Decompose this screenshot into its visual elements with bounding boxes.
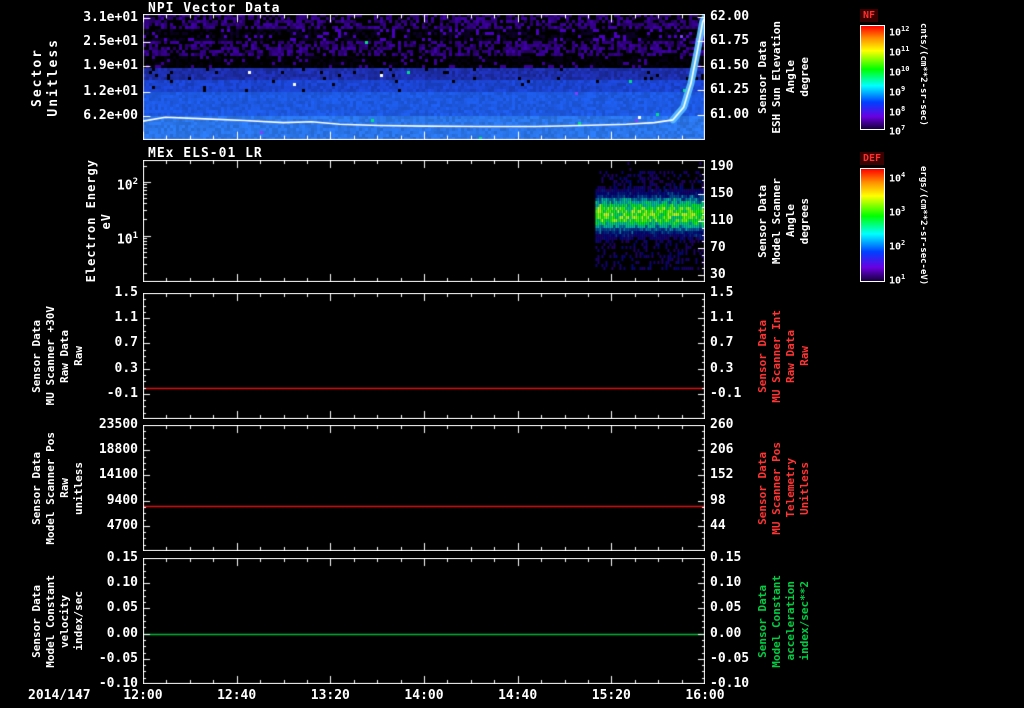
colorbar-tick-label: 103 [889, 204, 906, 219]
axis-title-right-mu-scanner-raw-line: MU Scanner Int [770, 309, 783, 403]
x-tick-label: 15:20 [591, 688, 631, 703]
axis-title-left-mu-scanner-raw-line: Raw [72, 346, 85, 366]
exponent: 12 [901, 25, 910, 34]
axis-title-left-mu-scanner-raw: Sensor Data MU Scanner +30V Raw Data Raw [30, 293, 85, 419]
axis-title-right-mex-els-01-lr-line: Angle [784, 204, 797, 238]
axis-title-right-model-constant-line: Model Constant [770, 574, 783, 668]
axis-title-left-npi-vector-data: Sector Unitless [30, 14, 61, 140]
axis-title-left-model-constant-line: Sensor Data [30, 584, 43, 658]
exponent: 2 [901, 239, 906, 248]
axis-title-left-npi-vector-data-line: Sector [30, 47, 45, 107]
colorbar-header-def: DEF [860, 152, 885, 165]
exponent: 11 [901, 45, 910, 54]
x-tick-label: 12:40 [217, 688, 257, 703]
exponent: 3 [901, 204, 906, 213]
colorbar-tick-label: 109 [889, 85, 906, 99]
x-tick-label: 14:40 [498, 688, 538, 703]
axis-title-left-mu-scanner-raw-line: Raw Data [58, 329, 71, 383]
y-tick-label-left-npi-vector-data: 1.2e+01 [83, 84, 138, 100]
axis-title-right-mu-scanner-raw-line: Raw [798, 346, 811, 366]
axis-title-left-model-constant: Sensor Data Model Constant velocity index/s… [30, 558, 85, 684]
axis-title-right-model-scanner-pos-line: Sensor Data [756, 451, 769, 525]
axis-title-left-mu-scanner-raw-line: MU Scanner +30V [44, 306, 57, 406]
axis-title-right-model-scanner-pos-line: MU Scanner Pos [770, 441, 783, 535]
y-tick-label-left-npi-vector-data: 3.1e+01 [83, 9, 138, 25]
panel-canvas-model-constant [143, 558, 705, 684]
colorbar-unit-label: cnts/(cm**2-sr-sec) [918, 23, 928, 126]
exponent: 10 [901, 65, 910, 74]
axis-title-right-mu-scanner-raw: Sensor Data MU Scanner Int Raw Data Raw [756, 293, 811, 419]
axis-title-left-model-scanner-pos-line: Model Scanner Pos [44, 431, 57, 545]
exponent: 2 [132, 176, 138, 187]
axis-title-right-model-constant: Sensor Data Model Constant acceleration ind… [756, 558, 811, 684]
colorbar-tick-label: 108 [889, 104, 906, 119]
axis-title-left-npi-vector-data-line: Unitless [46, 37, 61, 117]
panel-canvas-npi-vector-data [143, 14, 705, 140]
axis-title-right-mu-scanner-raw-line: Sensor Data [756, 319, 769, 393]
axis-title-left-model-constant-line: index/sec [72, 591, 85, 651]
y-tick-label-left-npi-vector-data: 6.2e+00 [83, 108, 138, 124]
axis-title-right-model-constant-line: index/sec**2 [798, 581, 811, 661]
axis-title-left-mu-scanner-raw-line: Sensor Data [30, 319, 43, 393]
colorbar-tick-label: 1010 [889, 65, 910, 79]
exponent: 1 [901, 273, 906, 282]
axis-title-left-model-scanner-pos-line: Sensor Data [30, 451, 43, 525]
y-tick-label-left-npi-vector-data: 2.5e+01 [83, 33, 138, 49]
axis-title-left-model-scanner-pos: Sensor Data Model Scanner Pos Raw unitless [30, 425, 85, 551]
exponent: 4 [901, 170, 906, 179]
panel-title-mex-els-01-lr: MEx ELS-01 LR [148, 146, 263, 161]
colorbar-nf [860, 25, 885, 130]
y-tick-label-left-npi-vector-data: 1.9e+01 [83, 57, 138, 73]
x-tick-label: 13:20 [310, 688, 350, 703]
axis-title-left-model-constant-line: velocity [58, 594, 71, 648]
colorbar-tick-label: 104 [889, 170, 906, 185]
axis-title-right-model-constant-line: acceleration [784, 581, 797, 661]
x-tick-label: 12:00 [123, 688, 163, 703]
exponent: 1 [132, 230, 138, 241]
axis-title-left-mex-els-01-lr: Electron Energy eV [84, 159, 113, 283]
exponent: 7 [901, 123, 906, 132]
axis-title-left-model-scanner-pos-line: Raw [58, 478, 71, 498]
x-tick-label: 14:00 [404, 688, 444, 703]
exponent: 9 [901, 85, 906, 93]
colorbar-tick-label: 102 [889, 239, 906, 253]
colorbar-tick-label: 1011 [889, 45, 910, 59]
axis-title-right-mex-els-01-lr-line: degrees [798, 197, 811, 245]
axis-title-right-npi-vector-data: Sensor Data ESH Sun Elevation Angle degree [756, 14, 811, 140]
colorbar-header-nf: NF [860, 9, 879, 22]
axis-title-right-model-scanner-pos-line: Telemetry [784, 458, 797, 518]
panel-canvas-mex-els-01-lr [143, 160, 705, 282]
axis-title-left-mex-els-01-lr-line: Electron Energy [84, 159, 98, 283]
colorbar-tick-label: 107 [889, 123, 906, 138]
axis-title-left-model-constant-line: Model Constant [44, 574, 57, 668]
plot-root: NPI Vector Data MEx ELS-01 LR 2014/147 3… [0, 0, 1024, 708]
panel-canvas-model-scanner-pos [143, 425, 705, 551]
axis-title-right-npi-vector-data-line: degree [798, 57, 811, 97]
colorbar-tick-label: 1012 [889, 25, 910, 39]
axis-title-right-npi-vector-data-line: Sensor Data [756, 40, 769, 114]
axis-title-right-model-scanner-pos: Sensor Data MU Scanner Pos Telemetry Unitle… [756, 425, 811, 551]
x-tick-label: 16:00 [685, 688, 725, 703]
axis-title-right-npi-vector-data-line: Angle [784, 60, 797, 94]
colorbar-def [860, 168, 885, 282]
axis-title-left-model-scanner-pos-line: unitless [72, 461, 85, 515]
axis-title-right-mex-els-01-lr-line: Sensor Data [756, 184, 769, 258]
axis-title-right-model-constant-line: Sensor Data [756, 584, 769, 658]
axis-title-left-mex-els-01-lr-line: eV [99, 212, 113, 230]
panel-canvas-mu-scanner-raw [143, 293, 705, 419]
exponent: 8 [901, 104, 906, 113]
axis-title-right-npi-vector-data-line: ESH Sun Elevation [770, 20, 783, 134]
axis-title-right-mex-els-01-lr-line: Model Scanner [770, 177, 783, 265]
colorbar-unit-label: ergs/(cm**2-sr-sec-eV) [918, 166, 928, 286]
axis-title-right-mex-els-01-lr: Sensor Data Model Scanner Angle degrees [756, 160, 811, 282]
axis-title-right-model-scanner-pos-line: Unitless [798, 461, 811, 515]
axis-title-right-mu-scanner-raw-line: Raw Data [784, 329, 797, 383]
colorbar-tick-label: 101 [889, 273, 906, 287]
